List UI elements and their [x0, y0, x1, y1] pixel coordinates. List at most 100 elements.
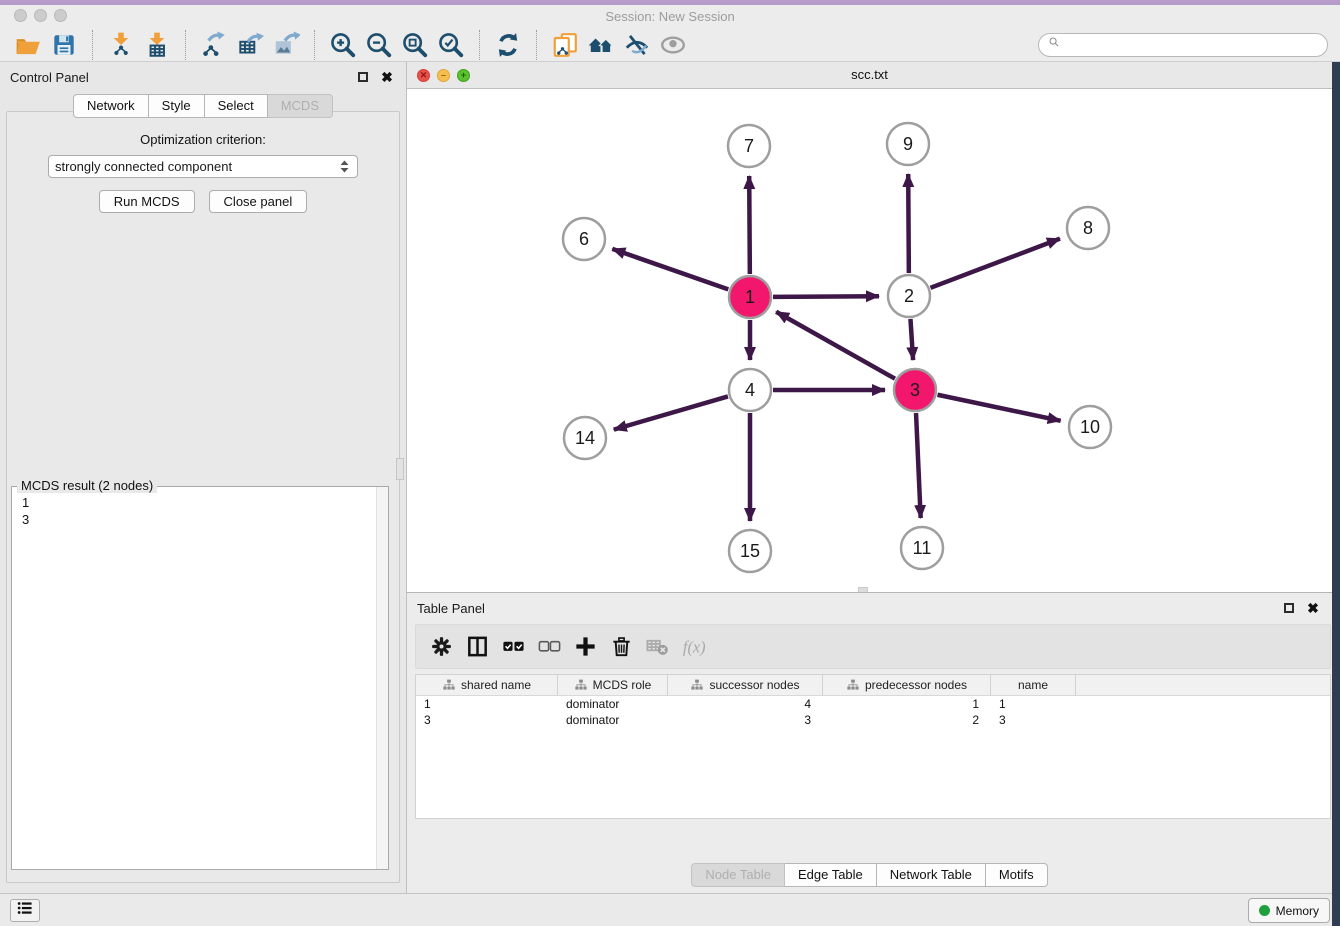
window-traffic-lights[interactable]	[14, 9, 67, 22]
graph-edge-3-11[interactable]	[916, 413, 921, 518]
graph-node-8[interactable]: 8	[1067, 207, 1109, 249]
first-neighbors-button[interactable]	[583, 29, 619, 61]
network-close-button[interactable]: ✕	[417, 69, 430, 82]
graph-node-15[interactable]: 15	[729, 530, 771, 572]
search-field[interactable]	[1038, 33, 1328, 57]
task-history-button[interactable]	[10, 899, 40, 922]
cell-name[interactable]: 1	[991, 697, 1076, 711]
column-header-successor-nodes[interactable]: successor nodes	[668, 675, 823, 695]
graph-node-10[interactable]: 10	[1069, 406, 1111, 448]
select-all-button[interactable]	[498, 632, 528, 662]
mcds-result-scrollbar[interactable]	[376, 487, 388, 869]
tab-node-table[interactable]: Node Table	[691, 863, 785, 887]
tab-network[interactable]: Network	[73, 94, 149, 118]
zoom-in-button[interactable]	[325, 29, 361, 61]
delete-column-button[interactable]	[606, 632, 636, 662]
clone-network-button[interactable]	[547, 29, 583, 61]
tab-style[interactable]: Style	[149, 94, 205, 118]
tab-mcds[interactable]: MCDS	[268, 94, 333, 118]
tab-edge-table[interactable]: Edge Table	[785, 863, 877, 887]
column-header-name[interactable]: name	[991, 675, 1076, 695]
memory-button[interactable]: Memory	[1248, 898, 1330, 923]
column-header-shared-name[interactable]: shared name	[416, 675, 558, 695]
gear-icon	[429, 634, 454, 659]
toggle-panes-button[interactable]	[462, 632, 492, 662]
deselect-all-button[interactable]	[534, 632, 564, 662]
export-table-button[interactable]	[232, 29, 268, 61]
graph-node-14[interactable]: 14	[564, 417, 606, 459]
cell-successor-nodes[interactable]: 3	[668, 713, 823, 727]
graph-edge-2-8[interactable]	[931, 239, 1060, 288]
tab-motifs[interactable]: Motifs	[986, 863, 1048, 887]
column-header-MCDS-role[interactable]: MCDS role	[558, 675, 668, 695]
toolbar-separator	[185, 30, 186, 60]
tab-network-table[interactable]: Network Table	[877, 863, 986, 887]
graph-edge-4-14[interactable]	[614, 396, 728, 429]
float-icon	[1284, 603, 1294, 613]
table-settings-button[interactable]	[426, 632, 456, 662]
graph-edge-2-3[interactable]	[910, 319, 913, 360]
cell-predecessor-nodes[interactable]: 1	[823, 697, 991, 711]
graph-edge-3-1[interactable]	[776, 312, 895, 379]
export-image-button[interactable]	[268, 29, 304, 61]
delete-table-icon	[645, 634, 670, 659]
control-panel-close-button[interactable]: ✖	[378, 68, 396, 86]
toolbar-separator	[314, 30, 315, 60]
graph-node-7[interactable]: 7	[728, 125, 770, 167]
window-zoom-button[interactable]	[54, 9, 67, 22]
export-network-button[interactable]	[196, 29, 232, 61]
window-close-button[interactable]	[14, 9, 27, 22]
save-session-button[interactable]	[46, 29, 82, 61]
table-panel-float-button[interactable]	[1280, 599, 1298, 617]
status-bar: Memory	[0, 893, 1340, 926]
graph-node-6[interactable]: 6	[563, 218, 605, 260]
cell-name[interactable]: 3	[991, 713, 1076, 727]
network-canvas[interactable]: 7 9 6 8 1 2 4 3 14 10 15 11	[407, 89, 1332, 592]
graph-edge-1-7[interactable]	[749, 176, 750, 274]
mcds-result-title: MCDS result (2 nodes)	[17, 478, 157, 493]
import-table-button[interactable]	[139, 29, 175, 61]
graph-node-3[interactable]: 3	[894, 369, 936, 411]
network-minimize-button[interactable]: –	[437, 69, 450, 82]
table-row[interactable]: 3dominator323	[416, 712, 1330, 728]
graph-node-11[interactable]: 11	[901, 527, 943, 569]
search-input[interactable]	[1062, 37, 1319, 53]
cell-shared-name[interactable]: 3	[416, 713, 558, 727]
graph-edge-1-6[interactable]	[612, 249, 728, 290]
import-network-button[interactable]	[103, 29, 139, 61]
optimization-criterion-select[interactable]: strongly connected component	[48, 155, 358, 178]
splitter-grip-vertical[interactable]	[396, 458, 404, 480]
graph-node-2[interactable]: 2	[888, 275, 930, 317]
create-column-button[interactable]	[570, 632, 600, 662]
graph-node-1[interactable]: 1	[729, 276, 771, 318]
function-builder-button: f(x)	[678, 632, 708, 662]
control-panel-title: Control Panel	[10, 70, 89, 85]
graph-edge-1-2[interactable]	[773, 296, 879, 297]
run-mcds-button[interactable]: Run MCDS	[99, 190, 195, 213]
graph-edge-3-10[interactable]	[938, 395, 1061, 421]
network-zoom-button[interactable]: +	[457, 69, 470, 82]
open-session-button[interactable]	[10, 29, 46, 61]
cell-MCDS-role[interactable]: dominator	[558, 697, 668, 711]
apply-layout-button[interactable]	[490, 29, 526, 61]
tab-select[interactable]: Select	[205, 94, 268, 118]
cell-MCDS-role[interactable]: dominator	[558, 713, 668, 727]
zoom-out-button[interactable]	[361, 29, 397, 61]
table-row[interactable]: 1dominator411	[416, 696, 1330, 712]
window-minimize-button[interactable]	[34, 9, 47, 22]
cell-shared-name[interactable]: 1	[416, 697, 558, 711]
cell-successor-nodes[interactable]: 4	[668, 697, 823, 711]
graph-edge-2-9[interactable]	[908, 174, 909, 273]
close-panel-button[interactable]: Close panel	[209, 190, 308, 213]
graph-node-4[interactable]: 4	[729, 369, 771, 411]
table-panel-close-button[interactable]: ✖	[1304, 599, 1322, 617]
node-label: 3	[910, 380, 920, 400]
node-label: 2	[904, 286, 914, 306]
zoom-fit-button[interactable]	[397, 29, 433, 61]
zoom-selected-button[interactable]	[433, 29, 469, 61]
column-header-predecessor-nodes[interactable]: predecessor nodes	[823, 675, 991, 695]
cell-predecessor-nodes[interactable]: 2	[823, 713, 991, 727]
control-panel-float-button[interactable]	[354, 68, 372, 86]
graph-node-9[interactable]: 9	[887, 123, 929, 165]
hide-selected-button[interactable]	[619, 29, 655, 61]
